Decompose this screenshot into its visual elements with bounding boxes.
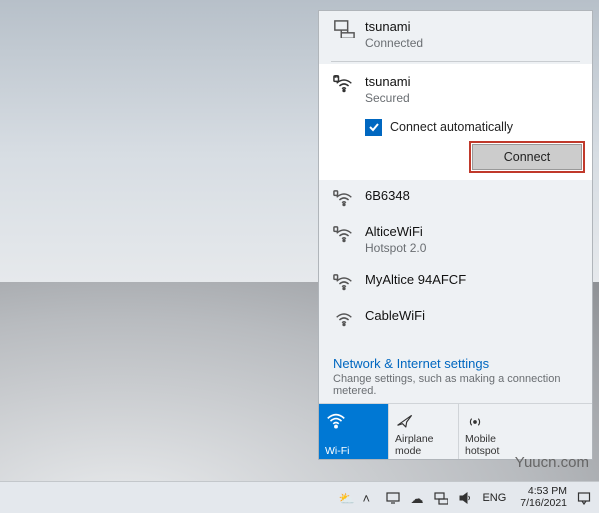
network-row[interactable]: AlticeWiFi Hotspot 2.0 [319, 216, 592, 264]
tile-hotspot[interactable]: Mobile hotspot [459, 404, 529, 459]
network-row[interactable]: MyAltice 94AFCF [319, 264, 592, 300]
ethernet-icon [333, 19, 355, 39]
action-center-icon[interactable] [577, 491, 591, 505]
auto-connect-row[interactable]: Connect automatically [319, 115, 592, 144]
volume-icon[interactable] [458, 491, 472, 505]
network-settings-link[interactable]: Network & Internet settings Change setti… [319, 348, 592, 403]
wifi-secured-icon [333, 74, 355, 94]
selected-network-status: Secured [365, 91, 411, 107]
network-name: CableWiFi [365, 308, 425, 325]
connected-network-status: Connected [365, 36, 423, 52]
wifi-secured-icon [333, 224, 355, 244]
connected-network-name: tsunami [365, 19, 423, 36]
settings-title: Network & Internet settings [333, 356, 578, 371]
taskbar: ⛅ ˄ ☁ ENG 4:53 PM 7/16/2021 [0, 481, 599, 513]
network-row[interactable]: 6B6348 [319, 180, 592, 216]
network-row[interactable]: CableWiFi [319, 300, 592, 336]
selected-network-row[interactable]: tsunami Secured [319, 64, 592, 114]
auto-connect-label: Connect automatically [390, 120, 513, 134]
selected-network-name: tsunami [365, 74, 411, 91]
system-tray: ⛅ ˄ ☁ ENG 4:53 PM 7/16/2021 [338, 486, 591, 508]
clock[interactable]: 4:53 PM 7/16/2021 [520, 486, 567, 508]
network-name: AlticeWiFi [365, 224, 426, 241]
clock-time: 4:53 PM [528, 486, 567, 497]
wifi-secured-icon [333, 272, 355, 292]
tile-label: Airplane mode [395, 433, 452, 457]
weather-icon[interactable]: ⛅ [338, 491, 352, 505]
auto-connect-checkbox[interactable] [365, 119, 382, 136]
tray-monitor-icon[interactable] [386, 491, 400, 505]
wifi-icon [325, 408, 382, 432]
available-networks-list: 6B6348 AlticeWiFi Hotspot 2.0 MyAlti [319, 180, 592, 348]
network-name: MyAltice 94AFCF [365, 272, 466, 289]
selected-network-panel: tsunami Secured Connect automatically Co… [319, 64, 592, 179]
watermark: Yuucn.com [515, 454, 589, 471]
network-tray-icon[interactable] [434, 491, 448, 505]
language-indicator[interactable]: ENG [482, 492, 506, 504]
connected-network-row[interactable]: tsunami Connected [319, 11, 592, 59]
connect-button[interactable]: Connect [472, 144, 582, 170]
tile-label: Wi-Fi [325, 445, 382, 457]
clock-date: 7/16/2021 [520, 498, 567, 509]
network-sub: Hotspot 2.0 [365, 241, 426, 257]
quick-tiles: Wi-Fi Airplane mode Mobile hotspot [319, 403, 592, 459]
network-flyout: tsunami Connected tsunami Secured Co [318, 10, 593, 460]
onedrive-icon[interactable]: ☁ [410, 491, 424, 505]
tile-airplane[interactable]: Airplane mode [389, 404, 459, 459]
settings-sub: Change settings, such as making a connec… [333, 373, 578, 397]
hotspot-icon [465, 408, 523, 432]
network-name: 6B6348 [365, 188, 410, 205]
tile-wifi[interactable]: Wi-Fi [319, 404, 389, 459]
divider [331, 61, 580, 62]
tray-overflow-icon[interactable]: ˄ [362, 491, 376, 505]
wifi-secured-icon [333, 188, 355, 208]
airplane-icon [395, 408, 452, 432]
wifi-open-icon [333, 308, 355, 328]
